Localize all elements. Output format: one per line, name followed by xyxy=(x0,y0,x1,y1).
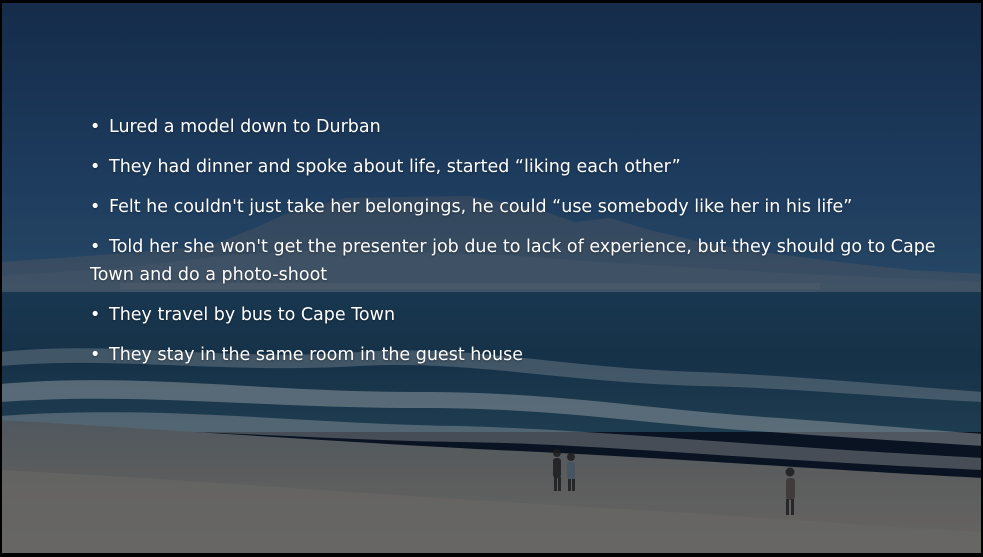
bullet-marker: • xyxy=(90,237,101,257)
bullet-text: They had dinner and spoke about life, st… xyxy=(109,157,681,177)
bullet-item: • Told her she won't get the presenter j… xyxy=(90,233,960,289)
bullet-item: • Lured a model down to Durban xyxy=(90,113,960,141)
bullet-text: Felt he couldn't just take her belonging… xyxy=(109,197,853,217)
slide: • Lured a model down to Durban • They had … xyxy=(0,0,983,557)
bullet-text: Told her she won't get the presenter job… xyxy=(90,237,936,285)
bullet-marker: • xyxy=(90,345,101,365)
bullet-list: • Lured a model down to Durban • They had … xyxy=(90,113,960,381)
bullet-item: • Felt he couldn't just take her belongin… xyxy=(90,193,960,221)
bullet-text: They travel by bus to Cape Town xyxy=(109,305,396,325)
bullet-marker: • xyxy=(90,117,101,137)
bullet-item: • They had dinner and spoke about life, s… xyxy=(90,153,960,181)
bullet-item: • They stay in the same room in the guest… xyxy=(90,341,960,369)
bullet-marker: • xyxy=(90,157,101,177)
bullet-marker: • xyxy=(90,305,101,325)
bullet-text: Lured a model down to Durban xyxy=(109,117,381,137)
bullet-text: They stay in the same room in the guest … xyxy=(109,345,524,365)
bullet-marker: • xyxy=(90,197,101,217)
bullet-item: • They travel by bus to Cape Town xyxy=(90,301,960,329)
